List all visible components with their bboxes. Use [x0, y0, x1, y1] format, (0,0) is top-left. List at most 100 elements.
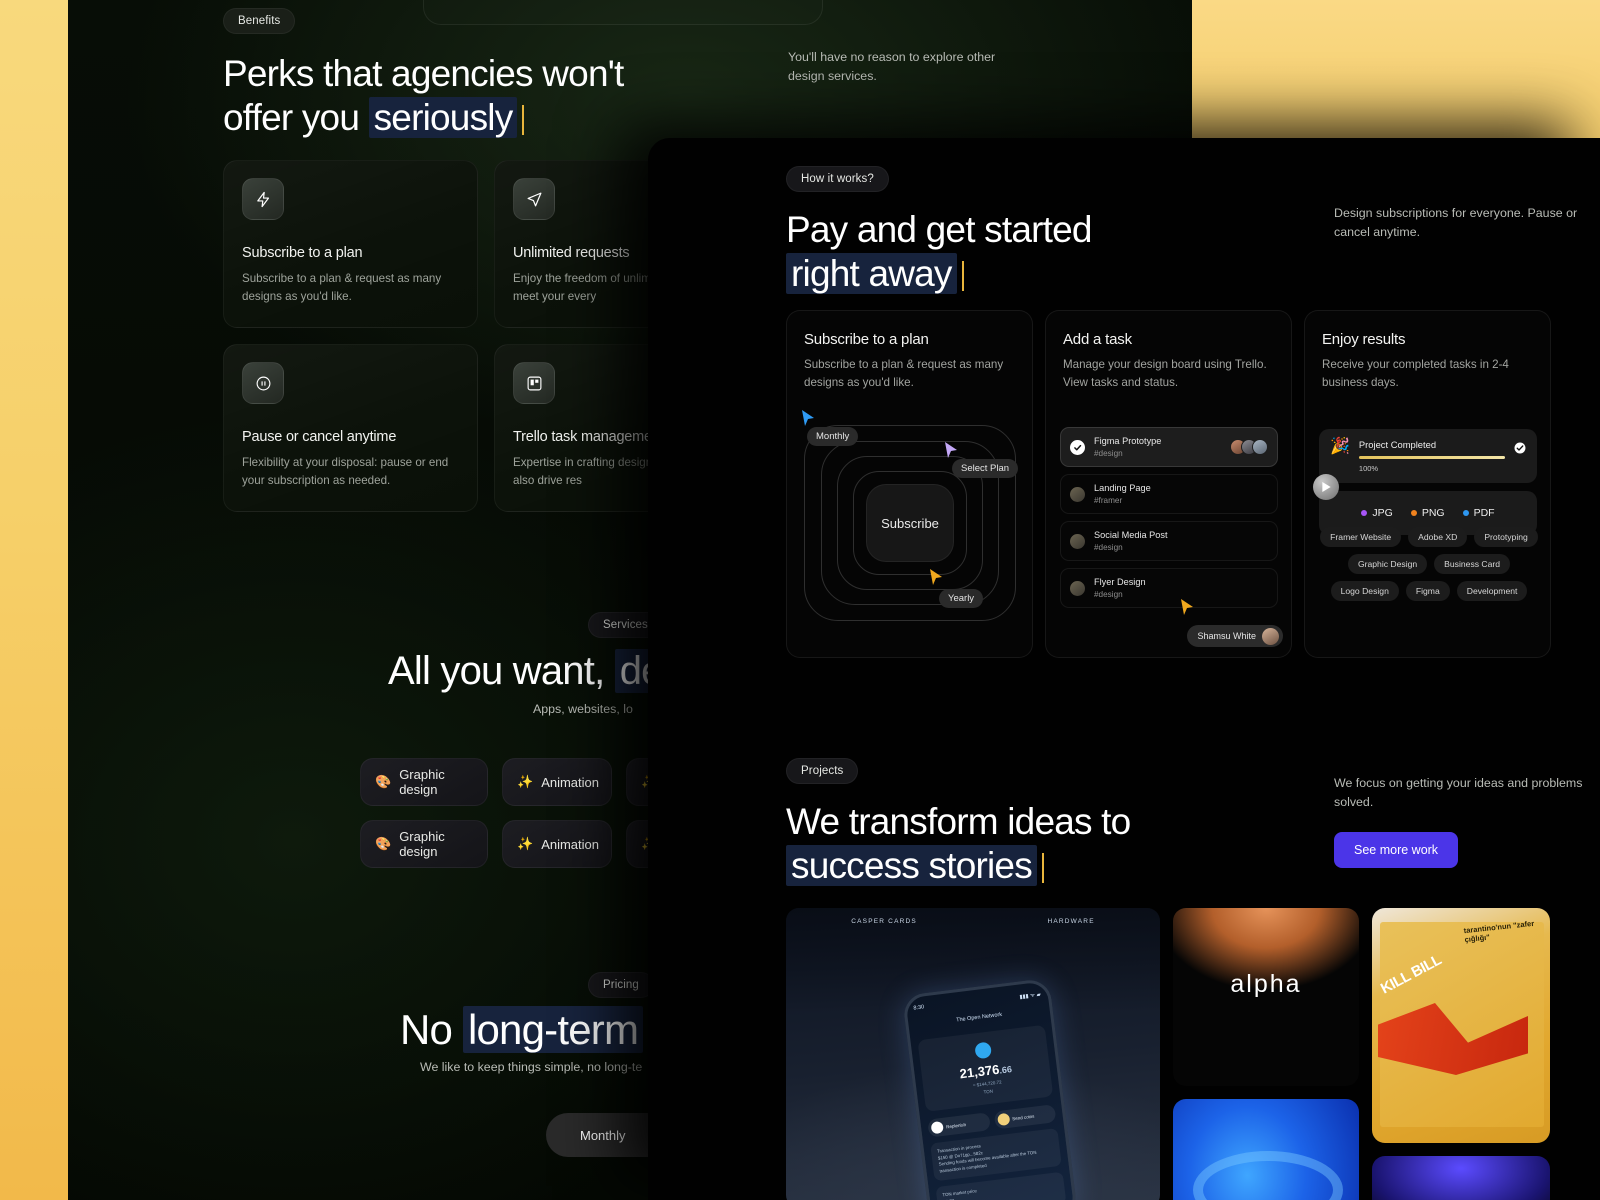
service-pill-label: Graphic design [399, 829, 473, 859]
blue-ring-shape [1193, 1151, 1343, 1200]
projects-badge[interactable]: Projects [786, 758, 858, 784]
format-dot [1411, 510, 1417, 516]
plan-tag-monthly: Monthly [807, 427, 858, 446]
benefit-card-title: Subscribe to a plan [242, 245, 459, 261]
pricing-heading-highlight: long-term [463, 1006, 643, 1053]
pricing-heading: No long-term c [400, 1005, 681, 1055]
benefit-card-title: Pause or cancel anytime [242, 429, 459, 445]
step-card-title: Subscribe to a plan [804, 331, 1015, 348]
benefits-badge[interactable]: Benefits [223, 8, 295, 34]
format-dot [1361, 510, 1367, 516]
services-description: Apps, websites, lo [533, 700, 633, 719]
service-chip[interactable]: Development [1457, 581, 1528, 601]
subscribe-center-button[interactable]: Subscribe [866, 484, 954, 562]
step-card-body: Manage your design board using Trello. V… [1063, 356, 1274, 392]
top-right-yellow-block [1192, 0, 1600, 138]
task-row[interactable]: Landing Page #framer [1060, 474, 1278, 514]
step-card-subscribe[interactable]: Subscribe to a plan Subscribe to a plan … [786, 310, 1033, 658]
projects-grid: CASPER CARDS HARDWARE 8:30 ▮▮▮ ᯤ ▰ The O… [786, 908, 1550, 1200]
project-tile-kill-bill[interactable]: tarantino'nun "zafer çığlığı" KILL BILL [1372, 908, 1550, 1143]
pricing-toggle-label: Monthly [550, 1128, 626, 1143]
see-more-work-button[interactable]: See more work [1334, 832, 1458, 868]
task-tag: #design [1094, 448, 1161, 459]
progress-row: 🎉 Project Completed 100% [1319, 429, 1537, 483]
services-heading: All you want, deli [388, 648, 684, 696]
service-pill-label: Animation [541, 837, 599, 852]
step-card-title: Enjoy results [1322, 331, 1533, 348]
sparkles-icon: ✨ [517, 774, 533, 790]
benefit-card[interactable]: Subscribe to a plan Subscribe to a plan … [223, 160, 478, 328]
service-pill[interactable]: ✨ Animation [502, 758, 612, 806]
pricing-description: We like to keep things simple, no long-t… [420, 1058, 642, 1077]
service-chip[interactable]: Prototyping [1474, 527, 1537, 547]
lightning-icon [242, 178, 284, 220]
plus-icon [931, 1121, 944, 1134]
benefits-heading-highlight: seriously [369, 97, 518, 138]
service-pill[interactable]: ✨ Animation [502, 820, 612, 868]
step-card-body: Subscribe to a plan & request as many de… [804, 356, 1015, 392]
projects-middle-column: alpha Simple AI [1173, 908, 1359, 1200]
party-popper-icon: 🎉 [1330, 439, 1350, 455]
service-chip[interactable]: Framer Website [1320, 527, 1401, 547]
phone-action-send[interactable]: Send coins [993, 1104, 1056, 1129]
benefits-heading-line1: Perks that agencies won't [223, 53, 623, 94]
pricing-badge[interactable]: Pricing [588, 972, 654, 998]
task-row[interactable]: Social Media Post #design [1060, 521, 1278, 561]
send-icon [513, 178, 555, 220]
tile-labels: CASPER CARDS HARDWARE [786, 918, 1160, 925]
project-tile-blue-abstract[interactable]: Simple AI [1173, 1099, 1359, 1200]
sparkles-icon: ✨ [517, 836, 533, 852]
how-it-works-description: Design subscriptions for everyone. Pause… [1334, 204, 1584, 242]
format-label: PDF [1474, 507, 1495, 519]
task-name: Landing Page [1094, 482, 1151, 494]
screenshot-root: Benefits Perks that agencies won't offer… [0, 0, 1600, 1200]
results-widget: 🎉 Project Completed 100% [1319, 429, 1537, 535]
how-it-works-heading-line1: Pay and get started [786, 209, 1092, 250]
benefits-header: Benefits Perks that agencies won't offer… [223, 8, 643, 140]
how-it-works-badge[interactable]: How it works? [786, 166, 889, 192]
task-avatars [1235, 439, 1268, 455]
task-row[interactable]: Figma Prototype #design [1060, 427, 1278, 467]
step-card-add-task[interactable]: Add a task Manage your design board usin… [1045, 310, 1292, 658]
projects-heading-highlight: success stories [786, 845, 1037, 886]
check-circle-icon [1514, 441, 1526, 459]
service-chip[interactable]: Graphic Design [1348, 554, 1427, 574]
project-tile-alpha[interactable]: alpha [1173, 908, 1359, 1086]
phone-action-label: Send coins [1012, 1113, 1035, 1121]
service-chip[interactable]: Figma [1406, 581, 1450, 601]
project-tile-casper-cards[interactable]: CASPER CARDS HARDWARE 8:30 ▮▮▮ ᯤ ▰ The O… [786, 908, 1160, 1200]
benefit-card-body: Subscribe to a plan & request as many de… [242, 270, 459, 306]
task-tag: #design [1094, 542, 1168, 553]
plan-tag-yearly: Yearly [939, 589, 983, 608]
avatar [1252, 439, 1268, 455]
cursor-yellow-icon [929, 568, 943, 591]
service-chip[interactable]: Business Card [1434, 554, 1510, 574]
task-name: Social Media Post [1094, 529, 1168, 541]
text-caret [522, 105, 524, 135]
service-chip[interactable]: Adobe XD [1408, 527, 1467, 547]
task-name: Figma Prototype [1094, 435, 1161, 447]
project-tile-purple-abstract[interactable] [1372, 1156, 1550, 1200]
service-pill[interactable]: 🎨 Graphic design [360, 820, 488, 868]
benefit-card[interactable]: Pause or cancel anytime Flexibility at y… [223, 344, 478, 512]
service-pill[interactable]: 🎨 Graphic design [360, 758, 488, 806]
arrow-up-icon [997, 1113, 1010, 1126]
step-card-enjoy-results[interactable]: Enjoy results Receive your completed tas… [1304, 310, 1551, 658]
how-it-works-cards: Subscribe to a plan Subscribe to a plan … [786, 310, 1551, 658]
alpha-wordmark: alpha [1173, 970, 1359, 999]
play-icon[interactable] [1313, 474, 1339, 500]
services-heading-plain: All you want, [388, 649, 604, 693]
progress-percent: 100% [1359, 464, 1505, 473]
collaborator-name: Shamsu White [1197, 631, 1256, 641]
palette-icon: 🎨 [375, 836, 391, 852]
service-chip[interactable]: Logo Design [1331, 581, 1399, 601]
phone-action-replenish[interactable]: Replenish [927, 1112, 990, 1137]
task-row[interactable]: Flyer Design #design [1060, 568, 1278, 608]
task-tag: #design [1094, 589, 1146, 600]
step-card-title: Add a task [1063, 331, 1274, 348]
task-status-dot [1070, 487, 1085, 502]
format-png: PNG [1411, 507, 1445, 519]
plan-tag-select-plan: Select Plan [952, 459, 1018, 478]
phone-time: 8:30 [913, 1004, 925, 1013]
left-yellow-strip [0, 0, 68, 1200]
